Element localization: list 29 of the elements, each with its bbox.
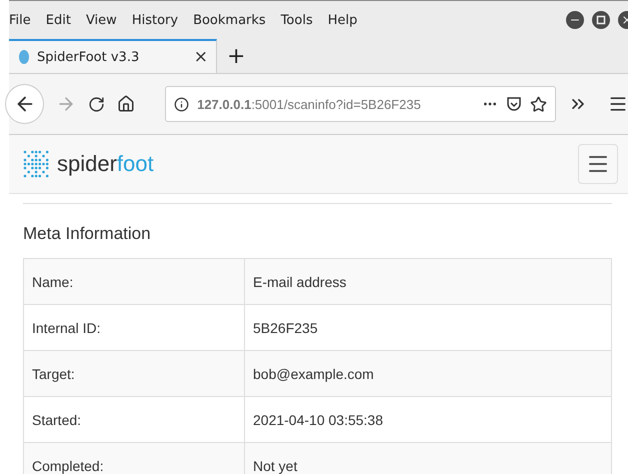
table-cell-text: Completed: xyxy=(31,456,105,474)
table-cell: Not yet xyxy=(244,443,611,474)
star-icon[interactable] xyxy=(530,96,547,112)
home-icon[interactable] xyxy=(117,95,136,113)
section-title: Meta Information xyxy=(23,224,152,244)
tab-title: SpiderFoot v3.3 xyxy=(37,50,140,64)
menu-item[interactable]: View xyxy=(86,12,126,28)
address-field[interactable]: 127.0.0.1:5001/scaninfo?id=5B26F235 xyxy=(165,86,556,122)
menu-item[interactable]: Help xyxy=(328,12,366,28)
new-tab-button[interactable]: + xyxy=(217,39,256,73)
minimize-icon[interactable] xyxy=(566,11,584,29)
back-button[interactable] xyxy=(5,84,44,124)
menu-item[interactable]: File xyxy=(9,12,40,28)
table-cell-text: Internal ID: xyxy=(31,318,102,338)
tab-close-button[interactable]: × xyxy=(194,47,208,67)
menu-item[interactable]: Bookmarks xyxy=(193,12,275,28)
maximize-icon[interactable] xyxy=(592,11,610,29)
menu-item[interactable]: History xyxy=(132,12,188,28)
table-cell-text: Target: xyxy=(31,364,76,384)
info-icon[interactable] xyxy=(174,96,190,112)
browser-tab[interactable]: SpiderFoot v3.3 × xyxy=(9,39,217,73)
shield-icon[interactable] xyxy=(506,96,522,112)
reload-icon[interactable] xyxy=(88,96,106,112)
brand-name[interactable]: spiderfoot xyxy=(57,151,154,177)
table-cell-text: Started: xyxy=(31,410,82,430)
menu-item[interactable]: Edit xyxy=(46,12,80,28)
menu-item[interactable]: Tools xyxy=(280,12,322,28)
menu-button[interactable] xyxy=(578,144,618,184)
table-cell-text: Name: xyxy=(31,272,74,292)
